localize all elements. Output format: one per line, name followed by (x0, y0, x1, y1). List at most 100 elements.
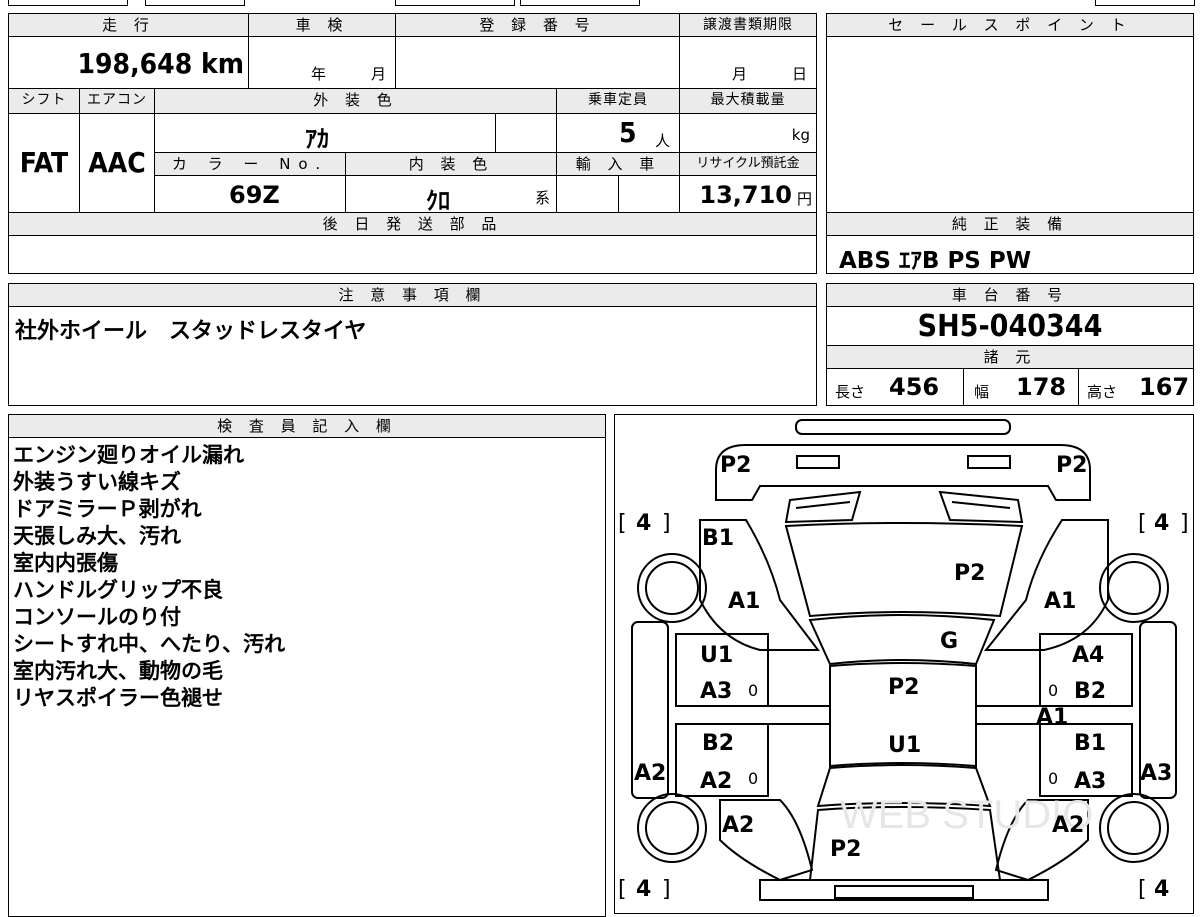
interior-color-suffix: 系 (534, 189, 550, 207)
tire-rear-left-bracket: [ (618, 877, 627, 902)
mark-left-rocker: A2 (634, 761, 666, 786)
transfer-month-unit: 月 (732, 65, 748, 83)
mark-glass-right-rear: 0 (1048, 769, 1058, 788)
mileage-label: 走 行 (8, 13, 249, 37)
max-load-label: 最大積載量 (679, 88, 817, 114)
max-load-unit: kg (791, 126, 810, 144)
capacity-value: 5 (619, 116, 637, 149)
inspector-note: ドアミラーＰ剥がれ (13, 497, 202, 521)
mark-right-rear-door-2: A3 (1074, 769, 1106, 794)
front-bumper (715, 444, 1091, 501)
grille-inner-right (951, 501, 1011, 509)
tire-rear-left-bracket: ] (662, 877, 671, 902)
front-light-left (796, 455, 840, 469)
top-stub (8, 0, 128, 6)
transfer-day-unit: 日 (792, 65, 808, 83)
aircon-value: AAC (88, 146, 146, 179)
recycle-label: リサイクル預託金 (679, 152, 817, 176)
shaken-month-unit: 月 (371, 65, 387, 83)
notes-label: 注 意 事 項 欄 (8, 283, 817, 307)
mark-left-rear-door-2: A2 (700, 769, 732, 794)
length-cell: 長さ 456 (826, 368, 964, 406)
wheel-rear-left (637, 793, 707, 863)
car-diagram-panel: WEB STUDIO [ 4 ] [ 4 ] [ 4 ] [ 4 P2 P2 B… (614, 414, 1194, 914)
inspector-notes-list: エンジン廻りオイル漏れ 外装うすい線キズ ドアミラーＰ剥がれ 天張しみ大、汚れ … (13, 442, 285, 712)
width-value: 178 (1016, 373, 1067, 401)
height-cell: 高さ 167 (1078, 368, 1194, 406)
tire-rear-left-label: 4 (636, 877, 651, 902)
tire-front-right-label: 4 (1154, 511, 1169, 536)
tire-rear-right-label: 4 (1154, 877, 1169, 902)
mark-right-rocker: A3 (1140, 761, 1172, 786)
chassis-value: SH5-040344 (917, 309, 1103, 344)
top-stub (145, 0, 245, 6)
length-value: 456 (889, 373, 940, 401)
mark-right-quarter: A2 (1052, 813, 1084, 838)
inspector-note: シートすれ中、へたり、汚れ (13, 632, 286, 656)
inspector-note: エンジン廻りオイル漏れ (13, 443, 244, 467)
exterior-color-value-cell: ｱｶ (154, 113, 496, 153)
import-label: 輸 入 車 (556, 152, 680, 176)
inspector-note: 室内汚れ大、動物の毛 (13, 659, 223, 683)
tire-rear-right-bracket: [ (1138, 877, 1147, 902)
registration-label: 登 録 番 号 (395, 13, 680, 37)
height-value: 167 (1139, 373, 1190, 401)
chassis-label: 車 台 番 号 (826, 283, 1194, 307)
tire-front-left-label: 4 (636, 511, 651, 536)
mark-right-front-door-1: A4 (1072, 643, 1104, 668)
mark-front-right-corner: P2 (1056, 453, 1087, 478)
interior-color-value: ｸﾛ (426, 187, 450, 215)
recycle-value-cell: 13,710 円 (679, 175, 817, 213)
mark-right-pillar: A1 (1036, 705, 1068, 730)
mark-right-fender: A1 (1044, 589, 1076, 614)
mark-glass-left-front: 0 (748, 681, 758, 700)
width-label: 幅 (974, 383, 990, 401)
inspector-label: 検 査 員 記 入 欄 (8, 414, 606, 438)
tire-front-right-bracket: ] (1180, 511, 1189, 536)
mark-windshield: G (940, 629, 958, 654)
transfer-label: 譲渡書類期限 (679, 13, 817, 37)
wheel-front-left (637, 553, 707, 623)
mark-roof: P2 (888, 675, 919, 700)
shaken-label: 車 検 (248, 13, 396, 37)
inspector-notes-cell: エンジン廻りオイル漏れ 外装うすい線キズ ドアミラーＰ剥がれ 天張しみ大、汚れ … (8, 437, 606, 917)
color-no-value-cell: 69Z (154, 175, 346, 213)
interior-color-label: 内 装 色 (345, 152, 557, 176)
interior-color-value-cell: ｸﾛ 系 (345, 175, 557, 215)
top-stub (520, 0, 640, 6)
mark-front-left-corner: P2 (720, 453, 751, 478)
mark-hood: P2 (954, 561, 985, 586)
import-value-cell-1 (556, 175, 619, 213)
exterior-color-value: ｱｶ (305, 125, 329, 153)
registration-value-cell (395, 36, 680, 89)
mark-right-rear-door-1: B1 (1074, 731, 1106, 756)
shift-label: シフト (8, 88, 80, 114)
mark-left-rear-door-1: B2 (702, 731, 734, 756)
shaken-value-cell: 年 月 (248, 36, 396, 89)
sales-point-value-cell (826, 36, 1194, 213)
windshield (808, 614, 996, 666)
equipment-value-cell: ABS ｴｱB PS PW (826, 235, 1194, 274)
notes-value-cell: 社外ホイール スタッドレスタイヤ (8, 306, 817, 406)
front-bumper-bar (795, 419, 1011, 435)
front-light-right (967, 455, 1011, 469)
mark-left-quarter: A2 (722, 813, 754, 838)
inspector-note: ハンドルグリップ不良 (13, 578, 223, 602)
shift-value-cell: FAT (8, 113, 80, 213)
import-value-cell-2 (618, 175, 680, 213)
aircon-label: エアコン (79, 88, 155, 114)
color-no-label: カ ラ ー No. (154, 152, 346, 176)
mark-left-front-door-2: A3 (700, 679, 732, 704)
inspector-note: 天張しみ大、汚れ (13, 524, 181, 548)
chassis-value-cell: SH5-040344 (826, 306, 1194, 346)
grille-inner-left (795, 501, 851, 509)
right-fender (983, 519, 1109, 651)
mark-left-fender-lower: A1 (728, 589, 760, 614)
rear-bumper-inner (834, 885, 974, 899)
top-stub (395, 0, 515, 6)
inspector-note: コンソールのり付 (13, 605, 181, 629)
mark-glass-right-front: 0 (1048, 681, 1058, 700)
later-parts-value-cell (8, 235, 817, 274)
mark-left-fender: B1 (702, 526, 734, 551)
tire-front-left-bracket: ] (662, 511, 671, 536)
